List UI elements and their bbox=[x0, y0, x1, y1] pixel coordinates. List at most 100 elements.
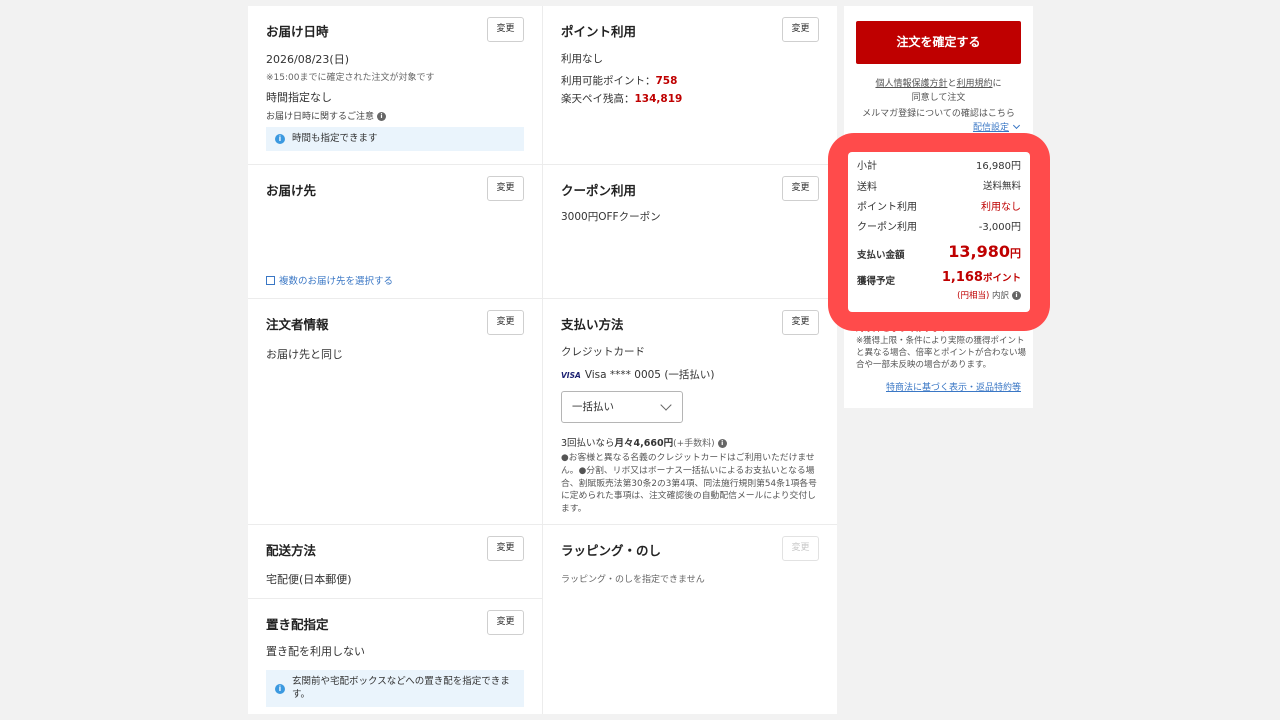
earned-points-amount: 1,168 bbox=[941, 270, 983, 285]
total-value: 13,980円 bbox=[948, 242, 1021, 261]
shipping-value: 宅配便(日本郵便) bbox=[266, 573, 352, 586]
info-icon[interactable]: i bbox=[717, 439, 727, 448]
rpay-balance-value: 134,819 bbox=[634, 93, 683, 105]
placement-title: 置き配指定 bbox=[266, 617, 329, 632]
time-info-box: i 時間も指定できます bbox=[266, 127, 524, 151]
wrapping-section: ラッピング・のし 変更 ラッピング・のしを指定できません bbox=[543, 525, 837, 598]
address-change-button[interactable]: 変更 bbox=[487, 176, 524, 201]
orderer-section: 注文者情報 変更 お届け先と同じ bbox=[248, 299, 542, 524]
shipping-fee-row: 送料 送料無料 bbox=[857, 178, 1021, 193]
installment-select[interactable]: 一括払い bbox=[561, 391, 683, 423]
total-amount: 13,980 bbox=[948, 242, 1010, 261]
delivery-date-change-button[interactable]: 変更 bbox=[487, 17, 524, 42]
confirm-order-button[interactable]: 注文を確定する bbox=[856, 21, 1021, 64]
delivery-date-note: ※15:00までに確定された注文が対象です bbox=[266, 73, 435, 83]
installment-suffix: (+手数料) bbox=[673, 439, 715, 449]
law-link[interactable]: 特商法に基づく表示・返品特約等 bbox=[886, 383, 1021, 393]
payment-method: クレジットカード bbox=[561, 346, 645, 358]
mail-settings-link[interactable]: 配信設定 bbox=[844, 120, 1033, 133]
and-text: と bbox=[947, 79, 957, 89]
earned-points-label: 獲得予定 bbox=[857, 276, 896, 287]
shipping-fee-label: 送料 bbox=[857, 182, 877, 193]
delivery-date-title: お届け日時 bbox=[266, 24, 329, 39]
points-change-button[interactable]: 変更 bbox=[782, 17, 819, 42]
total-row: 支払い金額 13,980円 bbox=[857, 242, 1021, 261]
earned-points-unit: ポイント bbox=[982, 273, 1021, 284]
placement-value: 置き配を利用しない bbox=[266, 645, 365, 658]
points-used-label: ポイント利用 bbox=[857, 202, 917, 213]
coupon-section: クーポン利用 変更 3000円OFFクーポン bbox=[543, 165, 837, 298]
wrapping-value: ラッピング・のしを指定できません bbox=[561, 575, 705, 585]
privacy-policy-link[interactable]: 個人情報保護方針 bbox=[875, 79, 947, 89]
delivery-caution-text: お届け日時に関するご注意 bbox=[266, 112, 375, 122]
placement-info-box: i 玄関前や宅配ボックスなどへの置き配を指定できます。 bbox=[266, 670, 524, 707]
agreement-line-2: 同意して注文 bbox=[911, 93, 966, 103]
coupon-used-value: -3,000円 bbox=[978, 222, 1021, 233]
placement-info-text: 玄関前や宅配ボックスなどへの置き配を指定できます。 bbox=[292, 676, 510, 701]
payment-section: 支払い方法 変更 クレジットカード VISA Visa **** 0005 (一括… bbox=[543, 299, 837, 524]
coupon-used-row: クーポン利用 -3,000円 bbox=[857, 218, 1021, 233]
points-section: ポイント利用 変更 利用なし 利用可能ポイント：758 楽天ペイ残高：134,8… bbox=[543, 6, 837, 164]
chevron-down-icon bbox=[660, 399, 672, 411]
visa-icon: VISA bbox=[561, 371, 581, 380]
subtotal-value: 16,980円 bbox=[976, 161, 1021, 172]
payment-title: 支払い方法 bbox=[561, 317, 624, 332]
points-status: 利用なし bbox=[561, 53, 603, 65]
chevron-down-icon bbox=[1012, 121, 1021, 130]
info-icon: i bbox=[275, 134, 285, 144]
terms-link[interactable]: 利用規約 bbox=[957, 79, 993, 89]
breakdown-label[interactable]: 内訳 bbox=[992, 291, 1009, 301]
points-used-row: ポイント利用 利用なし bbox=[857, 198, 1021, 213]
rpay-balance: 楽天ペイ残高：134,819 bbox=[561, 91, 682, 106]
order-details-panel: お届け日時 変更 2026/08/23(日) ※15:00までに確定された注文が… bbox=[248, 6, 837, 714]
delivery-date-section: お届け日時 変更 2026/08/23(日) ※15:00までに確定された注文が… bbox=[248, 6, 542, 164]
address-title: お届け先 bbox=[266, 183, 317, 198]
time-info-text: 時間も指定できます bbox=[292, 133, 378, 144]
price-summary: 小計 16,980円 送料 送料無料 ポイント利用 利用なし クーポン利用 -3… bbox=[848, 152, 1030, 312]
info-icon: i bbox=[275, 683, 285, 694]
points-title: ポイント利用 bbox=[561, 24, 637, 39]
law-link-row: 特商法に基づく表示・返品特約等 bbox=[844, 380, 1033, 393]
orderer-title: 注文者情報 bbox=[266, 317, 329, 332]
placement-section: 置き配指定 変更 置き配を利用しない i 玄関前や宅配ボックスなどへの置き配を指… bbox=[248, 599, 542, 714]
info-icon[interactable]: i bbox=[377, 112, 387, 121]
total-label: 支払い金額 bbox=[857, 250, 905, 261]
yen-equivalent: (円相当) bbox=[957, 291, 990, 301]
multi-address-link-text[interactable]: 複数のお届け先を選択する bbox=[279, 276, 393, 287]
coupon-change-button[interactable]: 変更 bbox=[782, 176, 819, 201]
installment-amount: 月々4,660円 bbox=[614, 438, 674, 449]
agreement-line-1: 個人情報保護方針と利用規約に bbox=[844, 76, 1033, 89]
installment-prefix: 3回払いなら bbox=[561, 438, 615, 449]
earned-points-sub: (円相当) 内訳 i bbox=[957, 289, 1021, 301]
shipping-change-button[interactable]: 変更 bbox=[487, 536, 524, 561]
shipping-section: 配送方法 変更 宅配便(日本郵便) bbox=[248, 525, 542, 598]
shipping-fee-value: 送料無料 bbox=[982, 181, 1021, 192]
available-points-value: 758 bbox=[655, 75, 678, 87]
multi-address-link[interactable]: 複数のお届け先を選択する bbox=[266, 273, 393, 287]
earned-points-row: 獲得予定 1,168ポイント bbox=[857, 270, 1021, 287]
installment-info: 3回払いなら月々4,660円(+手数料) i bbox=[561, 435, 727, 449]
coupon-value: 3000円OFFクーポン bbox=[561, 211, 661, 223]
delivery-date-value: 2026/08/23(日) bbox=[266, 53, 349, 66]
orderer-change-button[interactable]: 変更 bbox=[487, 310, 524, 335]
points-used-value: 利用なし bbox=[981, 202, 1021, 213]
subtotal-label: 小計 bbox=[857, 161, 877, 172]
earned-points-value: 1,168ポイント bbox=[942, 270, 1021, 285]
coupon-used-label: クーポン利用 bbox=[857, 222, 917, 233]
coupon-title: クーポン利用 bbox=[561, 183, 637, 198]
wrapping-change-button: 変更 bbox=[782, 536, 819, 561]
points-disclaimer-text: ※獲得上限・条件により実際の獲得ポイントと異なる場合、倍率とポイントが合わない場… bbox=[856, 335, 1027, 370]
available-points: 利用可能ポイント：758 bbox=[561, 73, 677, 88]
payment-note: ●お客様と異なる名義のクレジットカードはご利用いただけません。●分割、リボ又はボ… bbox=[561, 453, 817, 514]
delivery-time-value: 時間指定なし bbox=[266, 91, 332, 104]
shipping-title: 配送方法 bbox=[266, 543, 317, 558]
info-icon[interactable]: i bbox=[1012, 291, 1021, 300]
card-text: Visa **** 0005 (一括払い) bbox=[584, 369, 715, 381]
orderer-value: お届け先と同じ bbox=[266, 348, 343, 361]
total-unit: 円 bbox=[1010, 247, 1021, 260]
placement-change-button[interactable]: 変更 bbox=[487, 610, 524, 635]
home-icon bbox=[266, 276, 275, 285]
mail-settings-link-text[interactable]: 配信設定 bbox=[973, 123, 1009, 133]
payment-change-button[interactable]: 変更 bbox=[782, 310, 819, 335]
wrapping-title: ラッピング・のし bbox=[561, 543, 662, 558]
